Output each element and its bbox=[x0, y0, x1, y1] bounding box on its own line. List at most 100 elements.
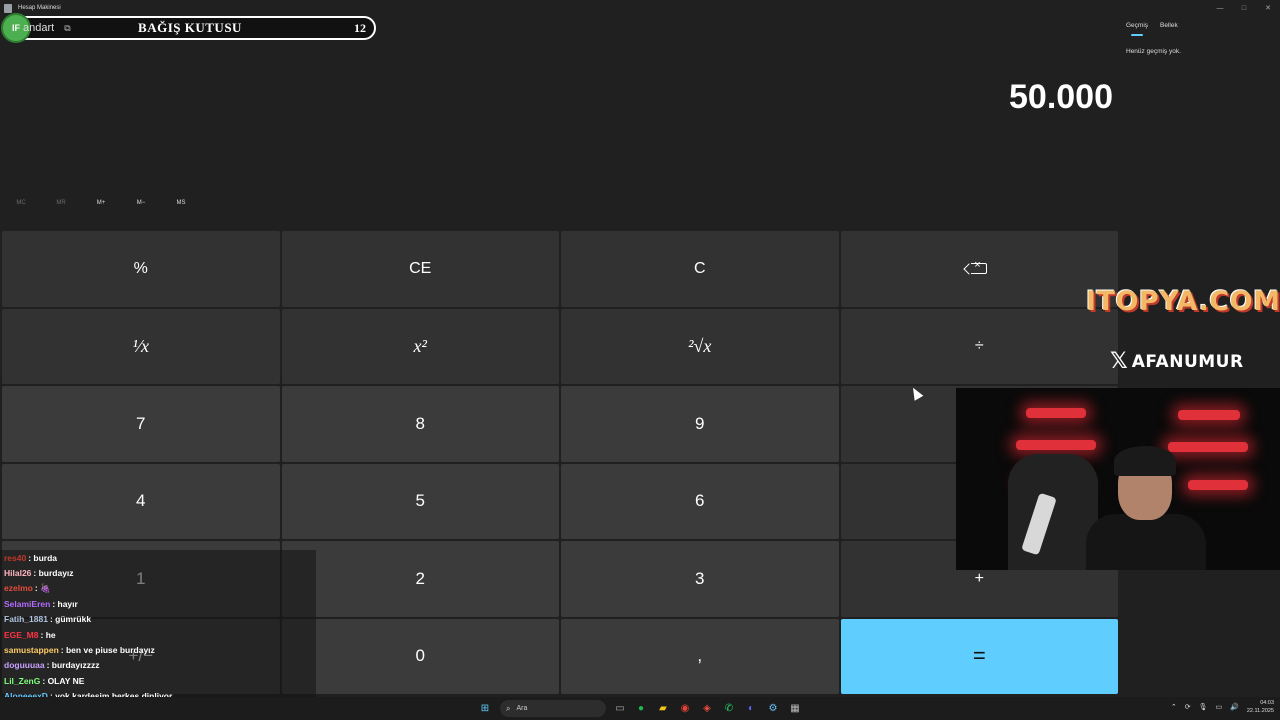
x-logo-icon: 𝕏 bbox=[1110, 349, 1128, 374]
maximize-button[interactable]: □ bbox=[1232, 0, 1256, 16]
chat-text: : OLAY NE bbox=[42, 675, 85, 686]
file-explorer-icon[interactable]: ▰ bbox=[656, 701, 670, 715]
chrome-icon[interactable]: ◉ bbox=[678, 701, 692, 715]
donation-title: BAĞIŞ KUTUSU bbox=[138, 20, 242, 35]
x-handle-text: AFANUMUR bbox=[1131, 351, 1244, 372]
chat-text: : gümrükk bbox=[49, 614, 92, 625]
clock-date: 22.11.2025 bbox=[1246, 708, 1274, 714]
tab-memory[interactable]: Bellek bbox=[1160, 22, 1178, 29]
chat-username: samustappen bbox=[4, 645, 59, 656]
digit-2-button[interactable]: 2 bbox=[281, 541, 559, 617]
tab-history[interactable]: Geçmiş bbox=[1126, 22, 1148, 36]
chat-username: Hilal26 bbox=[4, 568, 32, 579]
chat-message: ezelmo: 🍇 bbox=[0, 581, 316, 596]
memory-subtract-button[interactable]: M− bbox=[131, 200, 151, 206]
digit-4-button[interactable]: 4 bbox=[2, 463, 280, 539]
discord-icon[interactable]: ◐ bbox=[744, 701, 758, 715]
title-bar: Hesap Makinesi — □ ✕ bbox=[0, 0, 1280, 16]
chat-text: : he bbox=[40, 629, 56, 640]
memory-recall-button[interactable]: MR bbox=[51, 200, 71, 206]
chat-username: Fatih_1881 bbox=[4, 614, 48, 625]
system-tray: ⌃ ⟳ 🎙 ▭ 🔊 04:03 22.11.2025 bbox=[1171, 699, 1274, 715]
memory-store-button[interactable]: MS bbox=[171, 200, 191, 206]
reciprocal-label: ¹⁄x bbox=[132, 335, 149, 356]
chat-message: SelamiEren: hayır bbox=[0, 596, 316, 611]
square-button[interactable]: x² bbox=[281, 308, 559, 384]
memory-add-button[interactable]: M+ bbox=[91, 200, 111, 206]
digit-8-button[interactable]: 8 bbox=[281, 386, 559, 462]
minimize-button[interactable]: — bbox=[1208, 0, 1232, 16]
streamer-body bbox=[1086, 514, 1206, 570]
window-controls: — □ ✕ bbox=[1208, 0, 1280, 16]
chat-text: : burda bbox=[28, 552, 58, 563]
close-button[interactable]: ✕ bbox=[1256, 0, 1280, 16]
memory-row: MC MR M+ M− MS bbox=[0, 200, 200, 214]
backspace-button[interactable] bbox=[840, 231, 1118, 307]
backspace-icon bbox=[971, 259, 988, 275]
x-handle-overlay: 𝕏 AFANUMUR bbox=[1110, 349, 1244, 374]
digit-7-button[interactable]: 7 bbox=[2, 386, 280, 462]
chat-message: Hilal26: burdayız bbox=[0, 565, 316, 580]
chat-message: Lil_ZenG: OLAY NE bbox=[0, 673, 316, 688]
percent-button[interactable]: % bbox=[2, 231, 280, 307]
chat-message: samustappen: ben ve piuse burdayız bbox=[0, 642, 316, 657]
taskbar-search[interactable]: ⌕ Ara bbox=[500, 700, 606, 717]
square-label: x² bbox=[413, 335, 427, 356]
chat-message: res40: burda bbox=[0, 550, 316, 565]
whatsapp-icon[interactable]: ✆ bbox=[722, 701, 736, 715]
digit-6-button[interactable]: 6 bbox=[561, 463, 839, 539]
calculator-app-icon bbox=[4, 3, 12, 13]
clock[interactable]: 04:03 22.11.2025 bbox=[1247, 699, 1274, 715]
square-root-label: ²√x bbox=[688, 335, 712, 356]
history-tabs: Geçmiş Bellek bbox=[1126, 22, 1178, 36]
chat-text: : hayır bbox=[52, 598, 78, 609]
search-placeholder: Ara bbox=[516, 705, 528, 712]
spotify-icon[interactable]: ● bbox=[634, 701, 648, 715]
memory-clear-button[interactable]: MC bbox=[11, 200, 31, 206]
sync-icon[interactable]: ⟳ bbox=[1185, 703, 1191, 711]
app-icon-red[interactable]: ◈ bbox=[700, 701, 714, 715]
digit-3-button[interactable]: 3 bbox=[561, 541, 839, 617]
chat-username: ezelmo bbox=[4, 583, 33, 594]
chat-text: : burdayız bbox=[33, 568, 74, 579]
calculator-display: 50.000 bbox=[1009, 78, 1113, 116]
window-title: Hesap Makinesi bbox=[18, 5, 61, 11]
clear-button[interactable]: C bbox=[561, 231, 839, 307]
gaming-chair bbox=[1008, 454, 1098, 570]
digit-5-button[interactable]: 5 bbox=[281, 463, 559, 539]
reciprocal-button[interactable]: ¹⁄x bbox=[2, 308, 280, 384]
chat-message: EGE_M8: he bbox=[0, 627, 316, 642]
chat-text: : 🍇 bbox=[34, 582, 51, 593]
task-view-icon[interactable]: ▭ bbox=[613, 701, 627, 715]
decimal-button[interactable]: , bbox=[561, 618, 839, 694]
sponsor-logo: ITOPYA.COM bbox=[1086, 286, 1280, 317]
chat-username: Lil_ZenG bbox=[4, 675, 41, 686]
taskbar: ⊞ ⌕ Ara ▭ ● ▰ ◉ ◈ ✆ ◐ ⚙ ▦ ⌃ ⟳ 🎙 ▭ 🔊 04:0… bbox=[0, 697, 1280, 720]
streamer-hair bbox=[1114, 446, 1176, 476]
chat-text: : burdayızzzz bbox=[46, 660, 100, 671]
donation-count: 12 bbox=[354, 20, 366, 35]
square-root-button[interactable]: ²√x bbox=[561, 308, 839, 384]
steam-icon[interactable]: ⚙ bbox=[766, 701, 780, 715]
start-icon[interactable]: ⊞ bbox=[478, 701, 492, 715]
calculator-taskbar-icon[interactable]: ▦ bbox=[788, 701, 802, 715]
divide-button[interactable]: ÷ bbox=[840, 308, 1118, 384]
chat-username: EGE_M8 bbox=[4, 629, 39, 640]
donation-box-overlay: IF andart ⧉ BAĞIŞ KUTUSU 12 bbox=[3, 15, 376, 41]
microphone-icon[interactable]: 🎙 bbox=[1199, 703, 1208, 711]
chat-text: : ben ve piuse burdayız bbox=[60, 645, 155, 656]
volume-icon[interactable]: 🔊 bbox=[1230, 703, 1239, 711]
chat-username: doguuuaa bbox=[4, 660, 45, 671]
digit-0-button[interactable]: 0 bbox=[281, 618, 559, 694]
chat-username: SelamiEren bbox=[4, 598, 51, 609]
webcam-overlay bbox=[956, 388, 1280, 570]
history-empty-text: Henüz geçmiş yok. bbox=[1126, 48, 1181, 55]
chat-username: res40 bbox=[4, 552, 27, 563]
equals-button[interactable]: = bbox=[840, 618, 1118, 694]
network-icon[interactable]: ▭ bbox=[1216, 703, 1223, 711]
chat-overlay: res40: burda Hilal26: burdayız ezelmo: 🍇 Se… bbox=[0, 550, 316, 720]
clock-time: 04:03 bbox=[1260, 700, 1274, 706]
digit-9-button[interactable]: 9 bbox=[561, 386, 839, 462]
tray-chevron-icon[interactable]: ⌃ bbox=[1171, 703, 1177, 711]
clear-entry-button[interactable]: CE bbox=[281, 231, 559, 307]
